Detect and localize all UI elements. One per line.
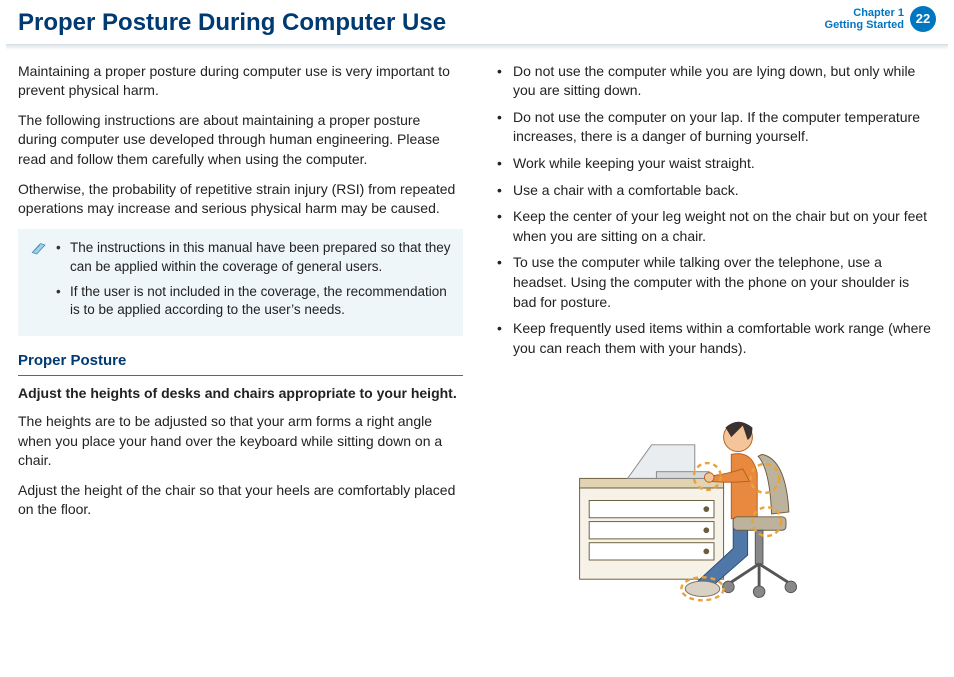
- chapter-line2: Getting Started: [825, 19, 904, 31]
- list-item: Use a chair with a comfortable back.: [491, 181, 936, 201]
- intro-paragraph-3: Otherwise, the probability of repetitive…: [18, 180, 463, 219]
- list-item: Keep the center of your leg weight not o…: [491, 207, 936, 246]
- right-column: Do not use the computer while you are ly…: [491, 62, 936, 609]
- note-item: The instructions in this manual have bee…: [56, 239, 453, 277]
- page-title: Proper Posture During Computer Use: [18, 6, 446, 40]
- posture-illustration: [491, 368, 936, 608]
- header-divider: [6, 44, 948, 50]
- page-number: 22: [916, 10, 930, 28]
- content-columns: Maintaining a proper posture during comp…: [0, 56, 954, 609]
- page-number-badge: 22: [910, 6, 936, 32]
- note-box: The instructions in this manual have bee…: [18, 229, 463, 337]
- intro-paragraph-1: Maintaining a proper posture during comp…: [18, 62, 463, 101]
- chapter-label: Chapter 1 Getting Started: [825, 7, 904, 31]
- intro-paragraph-2: The following instructions are about mai…: [18, 111, 463, 170]
- note-icon: [28, 239, 50, 257]
- list-item: Keep frequently used items within a comf…: [491, 319, 936, 358]
- page-header: Proper Posture During Computer Use Chapt…: [0, 0, 954, 44]
- posture-tips-list: Do not use the computer while you are ly…: [491, 62, 936, 359]
- section-heading: Proper Posture: [18, 350, 463, 376]
- body-paragraph: The heights are to be adjusted so that y…: [18, 412, 463, 471]
- list-item: Work while keeping your waist straight.: [491, 154, 936, 174]
- list-item: Do not use the computer on your lap. If …: [491, 108, 936, 147]
- note-item: If the user is not included in the cover…: [56, 283, 453, 321]
- list-item: To use the computer while talking over t…: [491, 253, 936, 312]
- body-paragraph: Adjust the height of the chair so that y…: [18, 481, 463, 520]
- chapter-line1: Chapter 1: [825, 7, 904, 19]
- note-list: The instructions in this manual have bee…: [56, 239, 453, 327]
- list-item: Do not use the computer while you are ly…: [491, 62, 936, 101]
- header-right: Chapter 1 Getting Started 22: [825, 6, 936, 32]
- sub-heading-bold: Adjust the heights of desks and chairs a…: [18, 384, 463, 404]
- left-column: Maintaining a proper posture during comp…: [18, 62, 463, 609]
